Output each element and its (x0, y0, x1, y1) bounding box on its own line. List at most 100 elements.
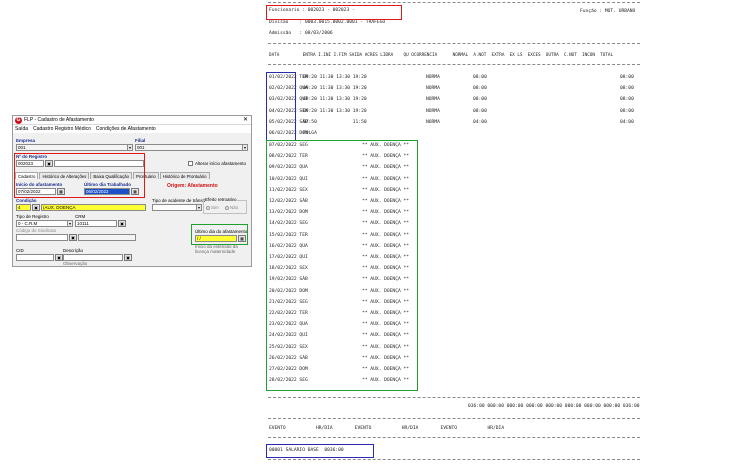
acidente-dropdown-icon[interactable]: ▾ (196, 204, 202, 211)
registro-input[interactable]: 002023 (16, 160, 44, 167)
ultimo-trabalhado-input[interactable]: 06/02/2022 (84, 188, 130, 195)
worked-row-times: 07:50 11:50 (303, 119, 367, 125)
dialog-title: FLP - Cadastro de Afastamento (24, 117, 94, 123)
inicio-calendar-icon[interactable]: ▦ (57, 188, 65, 195)
ultimo-trabalhado-label: Último dia Trabalhado (84, 182, 132, 187)
report-divider-4 (268, 418, 640, 419)
sindicato-search-icon[interactable]: ▣ (69, 234, 77, 241)
codigo-sindicato-input[interactable] (16, 234, 68, 241)
worked-row-total: 08:00 (620, 97, 634, 103)
aux-row-status: ** AUX. DOENÇA ** (362, 378, 410, 384)
codigo-sindicato-label: Código do Sindicato (16, 228, 57, 233)
observacao-label: Observação (63, 261, 88, 266)
efeito-retroativo-label: Efeito retroativo (205, 197, 237, 202)
aux-row-status: ** AUX. DOENÇA ** (362, 187, 410, 193)
ponto-report: Funcionario : 002023 - 002023 - Função :… (262, 0, 732, 472)
efeito-nao-radio[interactable]: Não (225, 205, 238, 210)
report-funcao: Função : MOT. URBANO (580, 9, 636, 14)
descricao-search-icon[interactable]: ▣ (124, 254, 132, 261)
worked-row-occurrence: NORMA (426, 108, 440, 114)
worked-row-normal: 08:00 (473, 86, 487, 92)
origem-label: Origem: Afastamento (167, 183, 218, 189)
aux-row-status: ** AUX. DOENÇA ** (362, 255, 410, 260)
aux-row-date: 25/02/2022 SEX (269, 344, 308, 350)
tab-prontuario[interactable]: Prontuário (132, 172, 159, 179)
ultimo-trabalhado-calendar-icon[interactable]: ▦ (131, 188, 139, 195)
ultimo-afastamento-label: Último dia do afastamento (195, 229, 248, 234)
worked-row-occurrence: NORMA (426, 97, 440, 103)
report-divisao: Divisao : 0003.0015.0002.0001 - TRAFEGO (269, 20, 386, 25)
licenca-maternidade-label: Início da extensão da licença maternidad… (195, 244, 238, 254)
worked-row-total: 08:00 (620, 108, 634, 114)
aux-row-status: ** AUX. DOENÇA ** (362, 266, 410, 272)
report-column-headers: DATA ENTRA I.INI I.FIM SAIDA ACRES LIBRA… (269, 53, 614, 58)
acidente-select[interactable] (152, 204, 197, 211)
close-icon[interactable]: ✕ (243, 116, 248, 125)
aux-row-date: 17/02/2022 QUI (269, 255, 308, 260)
worked-row-occurrence: NORMA (426, 86, 440, 92)
condicao-code-input[interactable]: 4 (16, 204, 31, 211)
report-divider-1 (268, 43, 640, 44)
aux-row-date: 21/02/2022 SEG (269, 299, 308, 305)
cid-input[interactable] (16, 254, 54, 261)
descricao-input[interactable] (63, 254, 123, 261)
cid-label: CID (16, 248, 24, 253)
aux-row-date: 16/02/2022 QUA (269, 243, 308, 249)
ultimo-afastamento-calendar-icon[interactable]: ▦ (238, 235, 246, 242)
worked-row-date: 05/02/2022 SÁB (269, 119, 308, 125)
worked-row-times: 09:20 11:30 13:30 19:20 (303, 75, 367, 80)
report-divider-6 (268, 459, 640, 460)
tab-cadastro[interactable]: Cadastro (15, 172, 39, 179)
cid-search-icon[interactable]: ▣ (55, 254, 63, 261)
aux-row-date: 26/02/2022 SÁB (269, 355, 308, 361)
worked-row-date: 04/02/2022 SEX (269, 108, 308, 114)
tipo-registro-dropdown-icon[interactable]: ▾ (67, 220, 73, 227)
afastamento-dialog: G FLP - Cadastro de Afastamento ✕ Saída … (12, 115, 252, 267)
alterar-inicio-checkbox[interactable] (188, 161, 193, 166)
menu-cadastro-registro-medico[interactable]: Cadastro Registro Médico (33, 126, 91, 132)
ultimo-afastamento-input[interactable]: / / (195, 235, 237, 242)
menu-condicoes-afastamento[interactable]: Condições de Afastamento (96, 126, 156, 132)
crm-search-icon[interactable]: ▣ (118, 220, 126, 227)
aux-row-status: ** AUX. DOENÇA ** (362, 221, 410, 227)
efeito-sim-radio[interactable]: Sim (206, 205, 219, 210)
worked-row-date: 03/02/2022 QUI (269, 97, 308, 103)
tipo-registro-select[interactable]: 0 - C.R.M (16, 220, 68, 227)
report-divider-5 (268, 437, 640, 438)
aux-row-status: ** AUX. DOENÇA ** (362, 322, 410, 328)
worked-row-times: 09:20 11:30 13:30 19:20 (303, 108, 367, 114)
worked-row-normal: 08:00 (473, 97, 487, 103)
worked-row-times: FOLGA (303, 131, 317, 136)
menu-saida[interactable]: Saída (15, 126, 28, 132)
tab-historico-alteracoes[interactable]: Histórico de Alterações (39, 172, 90, 179)
dialog-titlebar: G FLP - Cadastro de Afastamento ✕ (13, 116, 251, 125)
aux-row-date: 12/02/2022 SÁB (269, 199, 308, 204)
aux-row-status: ** AUX. DOENÇA ** (362, 176, 410, 182)
sindicato-description (78, 234, 136, 241)
filial-dropdown-icon[interactable]: ▾ (242, 144, 248, 151)
worked-row-normal: 08:00 (473, 108, 487, 114)
empresa-select[interactable]: 001 (16, 144, 128, 151)
crm-input[interactable]: 10111 (75, 220, 117, 227)
condicao-search-icon[interactable]: ▣ (32, 204, 40, 211)
inicio-afastamento-input[interactable]: 07/02/2022 (16, 188, 56, 195)
aux-row-status: ** AUX. DOENÇA ** (362, 299, 410, 305)
worked-row-normal: 04:00 (473, 119, 487, 125)
aux-row-date: 20/02/2022 DOM (269, 288, 308, 294)
filial-select[interactable]: 001 (135, 144, 243, 151)
registro-search-icon[interactable]: ▣ (45, 160, 53, 167)
aux-row-status: ** AUX. DOENÇA ** (362, 232, 410, 238)
empresa-dropdown-icon[interactable]: ▾ (127, 144, 133, 151)
dialog-tabs: Cadastro Histórico de Alterações Baixa Q… (15, 172, 211, 179)
tab-historico-prontuario[interactable]: Histórico de Prontuário (159, 172, 210, 179)
condicao-description: (AUX. DOENÇA (41, 204, 146, 211)
app-logo-icon: G (15, 116, 22, 124)
aux-row-status: ** AUX. DOENÇA ** (362, 243, 410, 249)
worked-row-total: 04:00 (620, 119, 634, 125)
tab-baixa-qualificacao[interactable]: Baixa Qualificação (90, 172, 132, 179)
aux-row-date: 19/02/2022 SÁB (269, 277, 308, 283)
registro-label: Nº do Registro (16, 154, 48, 159)
aux-row-date: 14/02/2022 SEG (269, 221, 308, 227)
registro-name-field (54, 160, 144, 167)
aux-row-date: 09/02/2022 QUA (269, 165, 308, 171)
